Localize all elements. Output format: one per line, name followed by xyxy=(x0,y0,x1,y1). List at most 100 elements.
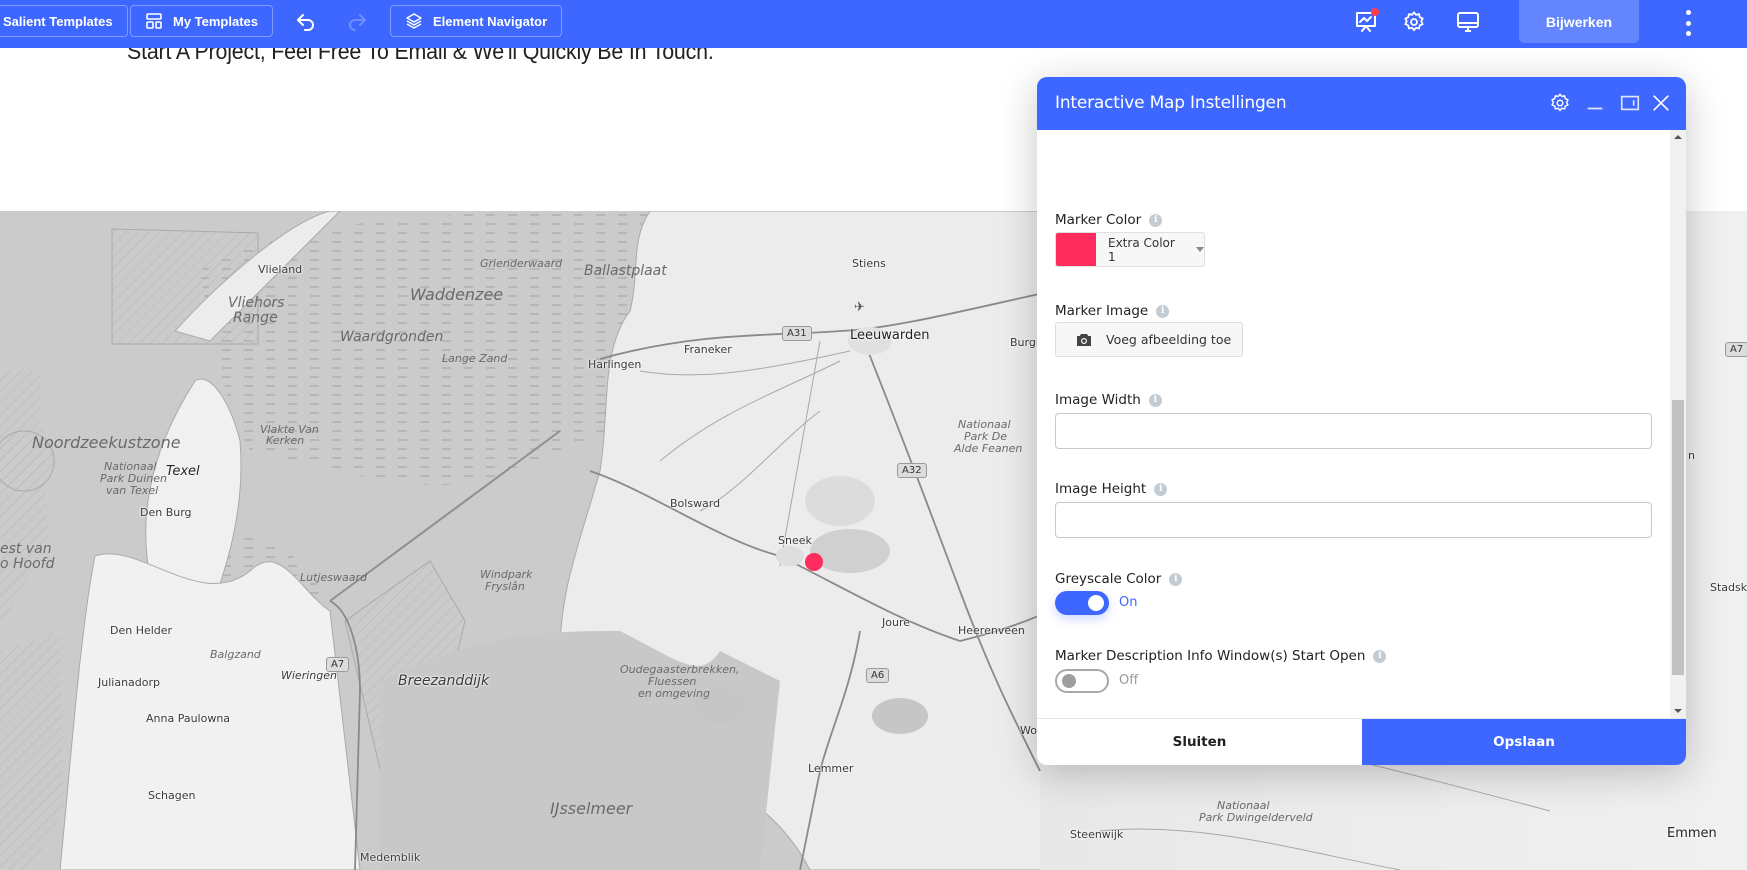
minimize-icon xyxy=(1587,107,1603,110)
info-icon[interactable]: i xyxy=(1169,572,1183,586)
my-templates-button[interactable]: My Templates xyxy=(130,5,274,37)
scrollbar-thumb[interactable] xyxy=(1672,400,1684,675)
map-label: Emmen xyxy=(1667,826,1717,841)
map-label: Sneek xyxy=(778,534,812,547)
map-label: Park Dwingelderveld xyxy=(1199,811,1313,824)
map-label: Julianadorp xyxy=(98,676,160,689)
element-navigator-button[interactable]: Element Navigator xyxy=(390,5,563,37)
map-label: Ballastplaat xyxy=(584,263,667,279)
field-label-text: Greyscale Color xyxy=(1055,571,1162,587)
map-label: Range xyxy=(233,310,278,326)
dialog-scrollbar[interactable] xyxy=(1670,130,1686,718)
image-height-input[interactable] xyxy=(1055,502,1652,538)
field-label-text: Image Width xyxy=(1055,392,1141,408)
map-label: Kerken xyxy=(266,434,305,447)
update-button[interactable]: Bijwerken xyxy=(1519,0,1639,43)
greyscale-state: On xyxy=(1119,595,1138,610)
map-label: Medemblik xyxy=(360,851,421,864)
desktop-monitor-icon xyxy=(1457,12,1479,32)
gear-icon xyxy=(1404,11,1424,32)
map-label: Anna Paulowna xyxy=(146,712,231,725)
save-button[interactable]: Opslaan xyxy=(1362,719,1686,765)
map-label: en omgeving xyxy=(638,687,710,700)
info-icon[interactable]: i xyxy=(1148,393,1162,407)
map-label: Franeker xyxy=(684,343,732,356)
road-shield: A7 xyxy=(1725,342,1747,357)
map-label: Schagen xyxy=(148,789,196,802)
toggle-knob xyxy=(1062,674,1076,688)
map-label: Harlingen xyxy=(588,358,642,371)
map-label: Vliehors xyxy=(228,295,285,311)
map-label: Vlieland xyxy=(258,263,303,276)
road-shield: A32 xyxy=(897,463,927,478)
color-swatch xyxy=(1056,233,1096,266)
dialog-footer: Sluiten Opslaan xyxy=(1037,718,1686,765)
toggle-knob xyxy=(1088,595,1104,611)
marker-image-label: Marker Image i xyxy=(1055,303,1170,319)
info-icon[interactable]: i xyxy=(1149,213,1163,227)
minimize-button[interactable] xyxy=(1583,91,1607,115)
undo-icon xyxy=(297,14,314,31)
builder-toolbar: Salient Templates My Templates Element N… xyxy=(0,0,1747,48)
map-label: Fryslân xyxy=(485,580,525,593)
info-window-toggle[interactable] xyxy=(1055,669,1109,693)
map-label: Balgzand xyxy=(210,648,261,661)
road-shield: A7 xyxy=(326,657,350,672)
dialog-body: Marker Color i Extra Color 1 Marker Imag… xyxy=(1037,130,1670,718)
selected-color-name: Extra Color 1 xyxy=(1108,235,1175,264)
field-label-text: Marker Image xyxy=(1055,303,1149,319)
layout-icon xyxy=(146,13,162,29)
map-label: Texel xyxy=(166,464,200,479)
responsive-view-button[interactable] xyxy=(1454,8,1482,36)
field-label-text: Marker Description Info Window(s) Start … xyxy=(1055,648,1366,664)
add-image-label: Voeg afbeelding toe xyxy=(1106,332,1232,347)
undo-button[interactable] xyxy=(292,8,320,36)
scroll-up-arrow-icon[interactable] xyxy=(1674,135,1682,139)
marker-color-label: Marker Color i xyxy=(1055,212,1163,228)
image-width-input[interactable] xyxy=(1055,413,1652,449)
dock-button[interactable] xyxy=(1618,91,1642,115)
info-icon[interactable]: i xyxy=(1156,304,1170,318)
map-label: Waardgronden xyxy=(340,329,444,345)
map-label: van Texel xyxy=(106,484,159,497)
greyscale-toggle[interactable] xyxy=(1055,591,1109,615)
salient-templates-label: Salient Templates xyxy=(3,13,113,29)
road-shield: A31 xyxy=(782,326,812,341)
gear-icon xyxy=(1551,93,1569,112)
map-label: Joure xyxy=(882,616,910,629)
map-label: Leeuwarden xyxy=(850,328,930,343)
kebab-menu-icon[interactable] xyxy=(1680,10,1696,36)
presentation-button[interactable] xyxy=(1352,8,1380,36)
map-label: IJsselmeer xyxy=(550,799,633,818)
add-image-button[interactable]: Voeg afbeelding toe xyxy=(1055,322,1243,357)
info-window-state: Off xyxy=(1119,673,1139,688)
info-icon[interactable]: i xyxy=(1373,649,1387,663)
marker-color-select[interactable]: Extra Color 1 xyxy=(1055,232,1205,267)
dock-panel-icon xyxy=(1620,95,1640,111)
map-label: Alde Feanen xyxy=(954,442,1023,455)
salient-templates-button[interactable]: Salient Templates xyxy=(0,5,128,37)
settings-button[interactable] xyxy=(1400,8,1428,36)
element-navigator-label: Element Navigator xyxy=(433,13,548,29)
map-label: Stiens xyxy=(852,257,886,270)
map-label: n xyxy=(1688,449,1695,462)
map-label: Stadska xyxy=(1710,581,1747,594)
map-label: Lutjeswaard xyxy=(300,571,367,584)
chevron-down-icon xyxy=(1196,247,1204,252)
info-icon[interactable]: i xyxy=(1154,482,1168,496)
my-templates-label: My Templates xyxy=(173,13,259,29)
map-label: est van xyxy=(0,541,52,557)
notification-dot xyxy=(1371,8,1379,16)
close-dialog-button[interactable] xyxy=(1649,91,1673,115)
close-button[interactable]: Sluiten xyxy=(1037,719,1362,765)
map-label: Lemmer xyxy=(808,762,854,775)
camera-icon xyxy=(1077,333,1091,346)
layers-icon xyxy=(406,13,422,29)
image-width-label: Image Width i xyxy=(1055,392,1162,408)
dialog-settings-button[interactable] xyxy=(1548,91,1572,115)
redo-icon xyxy=(349,14,366,31)
scroll-down-arrow-icon[interactable] xyxy=(1674,709,1682,713)
redo-button[interactable] xyxy=(343,8,371,36)
map-marker[interactable] xyxy=(805,553,823,571)
map-label: Grienderwaard xyxy=(480,257,563,270)
